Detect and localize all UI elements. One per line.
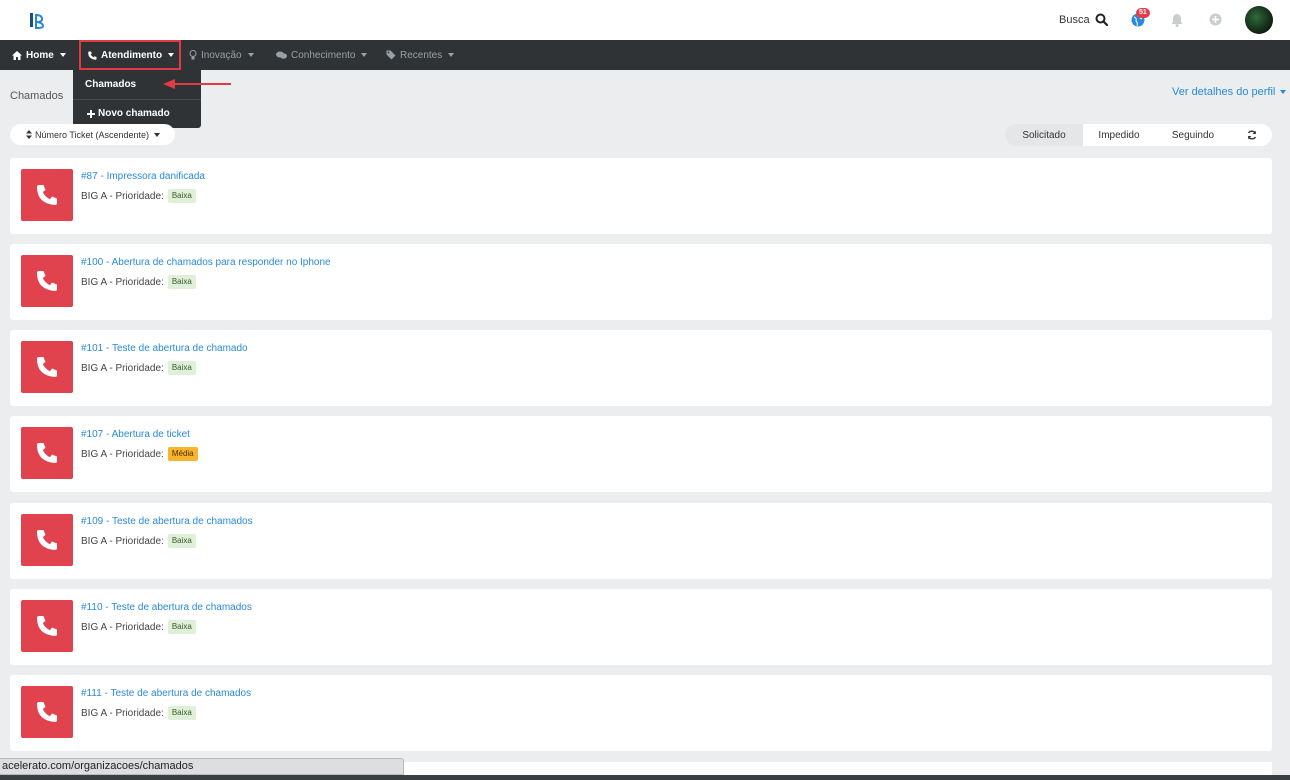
top-bar: Busca 51 bbox=[0, 0, 1290, 40]
nav-item-conhecimento[interactable]: Conhecimento bbox=[276, 40, 368, 70]
dropdown-item-novo-chamado-label: Novo chamado bbox=[98, 108, 170, 119]
ticket-phone-icon bbox=[21, 427, 73, 479]
ticket-phone-icon bbox=[21, 341, 73, 393]
sort-label: Número Ticket (Ascendente) bbox=[35, 129, 150, 140]
ticket-title-link[interactable]: #107 - Abertura de ticket bbox=[81, 429, 190, 440]
ticket-org-label: BIG A - Prioridade: bbox=[81, 707, 164, 719]
ticket-card[interactable]: #87 - Impressora danificada BIG A - Prio… bbox=[10, 158, 1272, 234]
ticket-title-link[interactable]: #110 - Teste de abertura de chamados bbox=[81, 602, 252, 613]
ticket-meta: BIG A - Prioridade: Baixa bbox=[81, 275, 196, 289]
chevron-down-icon bbox=[1280, 90, 1287, 94]
tab-seguindo[interactable]: Seguindo bbox=[1155, 124, 1231, 146]
chevron-down-icon bbox=[59, 53, 66, 57]
dropdown-item-chamados[interactable]: Chamados bbox=[85, 79, 136, 90]
ticket-title-link[interactable]: #111 - Teste de abertura de chamados bbox=[81, 688, 251, 699]
priority-badge: Média bbox=[167, 447, 198, 461]
tab-solicitado[interactable]: Solicitado bbox=[1005, 124, 1083, 146]
search-icon bbox=[1095, 13, 1108, 26]
ticket-card[interactable]: #107 - Abertura de ticket BIG A - Priori… bbox=[10, 416, 1272, 492]
plus-icon bbox=[87, 109, 95, 118]
ticket-title-link[interactable]: #87 - Impressora danificada bbox=[81, 171, 205, 182]
chevron-down-icon bbox=[361, 53, 368, 57]
refresh-icon[interactable] bbox=[1247, 130, 1257, 140]
nav-item-recentes-label: Recentes bbox=[400, 49, 443, 61]
chevron-down-icon bbox=[154, 132, 161, 137]
ticket-card[interactable]: #101 - Teste de abertura de chamado BIG … bbox=[10, 330, 1272, 406]
avatar[interactable] bbox=[1245, 6, 1273, 34]
ticket-org-label: BIG A - Prioridade: bbox=[81, 621, 164, 633]
ticket-phone-icon bbox=[21, 600, 73, 652]
sort-icon bbox=[26, 130, 32, 139]
bell-icon[interactable] bbox=[1170, 13, 1184, 27]
ticket-meta: BIG A - Prioridade: Baixa bbox=[81, 189, 196, 203]
lightbulb-icon bbox=[189, 50, 197, 60]
home-icon bbox=[12, 50, 22, 60]
priority-badge: Baixa bbox=[167, 189, 196, 203]
ticket-card[interactable]: #111 - Teste de abertura de chamados BIG… bbox=[10, 675, 1272, 751]
ticket-meta: BIG A - Prioridade: Baixa bbox=[81, 361, 196, 375]
comments-icon bbox=[276, 51, 287, 59]
ticket-phone-icon bbox=[21, 686, 73, 738]
nav-item-home-label: Home bbox=[26, 49, 54, 61]
ticket-org-label: BIG A - Prioridade: bbox=[81, 535, 164, 547]
chevron-down-icon bbox=[448, 53, 455, 57]
nav-item-inovacao[interactable]: Inovação bbox=[189, 40, 254, 70]
priority-badge: Baixa bbox=[167, 361, 196, 375]
ticket-org-label: BIG A - Prioridade: bbox=[81, 448, 164, 460]
dropdown-divider bbox=[73, 99, 201, 100]
tab-impedido[interactable]: Impedido bbox=[1083, 124, 1155, 146]
search-button[interactable]: Busca bbox=[1059, 13, 1108, 26]
annotation-highlight-box bbox=[79, 40, 181, 70]
priority-badge: Baixa bbox=[167, 275, 196, 289]
ticket-meta: BIG A - Prioridade: Baixa bbox=[81, 706, 196, 720]
ticket-title-link[interactable]: #109 - Teste de abertura de chamados bbox=[81, 516, 253, 527]
ticket-phone-icon bbox=[21, 255, 73, 307]
ticket-card[interactable]: #109 - Teste de abertura de chamados BIG… bbox=[10, 503, 1272, 579]
ticket-phone-icon bbox=[21, 514, 73, 566]
ticket-title-link[interactable]: #100 - Abertura de chamados para respond… bbox=[81, 257, 331, 268]
ticket-meta: BIG A - Prioridade: Baixa bbox=[81, 534, 196, 548]
nav-item-conhecimento-label: Conhecimento bbox=[291, 49, 356, 61]
tag-icon bbox=[386, 50, 396, 60]
nav-item-recentes[interactable]: Recentes bbox=[386, 40, 455, 70]
ticket-org-label: BIG A - Prioridade: bbox=[81, 190, 164, 202]
status-tabs: Solicitado Impedido Seguindo bbox=[1005, 124, 1272, 146]
nav-item-home[interactable]: Home bbox=[12, 40, 66, 70]
sort-dropdown[interactable]: Número Ticket (Ascendente) bbox=[10, 124, 175, 145]
priority-badge: Baixa bbox=[167, 620, 196, 634]
breadcrumb: Chamados bbox=[10, 90, 64, 102]
ticket-card[interactable]: #110 - Teste de abertura de chamados BIG… bbox=[10, 589, 1272, 665]
ticket-org-label: BIG A - Prioridade: bbox=[81, 362, 164, 374]
browser-status-url: acelerato.com/organizacoes/chamados bbox=[0, 758, 404, 775]
nav-item-inovacao-label: Inovação bbox=[201, 49, 242, 61]
priority-badge: Baixa bbox=[167, 534, 196, 548]
logo-icon[interactable] bbox=[30, 11, 44, 29]
main-nav: Home Atendimento Inovação Conhecimento R… bbox=[0, 40, 1290, 70]
ticket-meta: BIG A - Prioridade: Média bbox=[81, 447, 198, 461]
notification-badge: 51 bbox=[1136, 8, 1150, 18]
ticket-org-label: BIG A - Prioridade: bbox=[81, 276, 164, 288]
window-bottom-edge bbox=[0, 775, 1290, 780]
chevron-down-icon bbox=[247, 53, 254, 57]
ticket-card[interactable]: #100 - Abertura de chamados para respond… bbox=[10, 244, 1272, 320]
annotation-arrow-icon bbox=[163, 79, 231, 89]
profile-details-label: Ver detalhes do perfil bbox=[1172, 86, 1276, 98]
ticket-title-link[interactable]: #101 - Teste de abertura de chamado bbox=[81, 343, 248, 354]
priority-badge: Baixa bbox=[167, 706, 196, 720]
ticket-meta: BIG A - Prioridade: Baixa bbox=[81, 620, 196, 634]
search-label: Busca bbox=[1059, 13, 1090, 26]
ticket-phone-icon bbox=[21, 169, 73, 221]
plus-circle-icon[interactable] bbox=[1209, 13, 1222, 26]
profile-details-link[interactable]: Ver detalhes do perfil bbox=[1172, 86, 1287, 98]
dropdown-item-novo-chamado[interactable]: Novo chamado bbox=[87, 108, 170, 119]
